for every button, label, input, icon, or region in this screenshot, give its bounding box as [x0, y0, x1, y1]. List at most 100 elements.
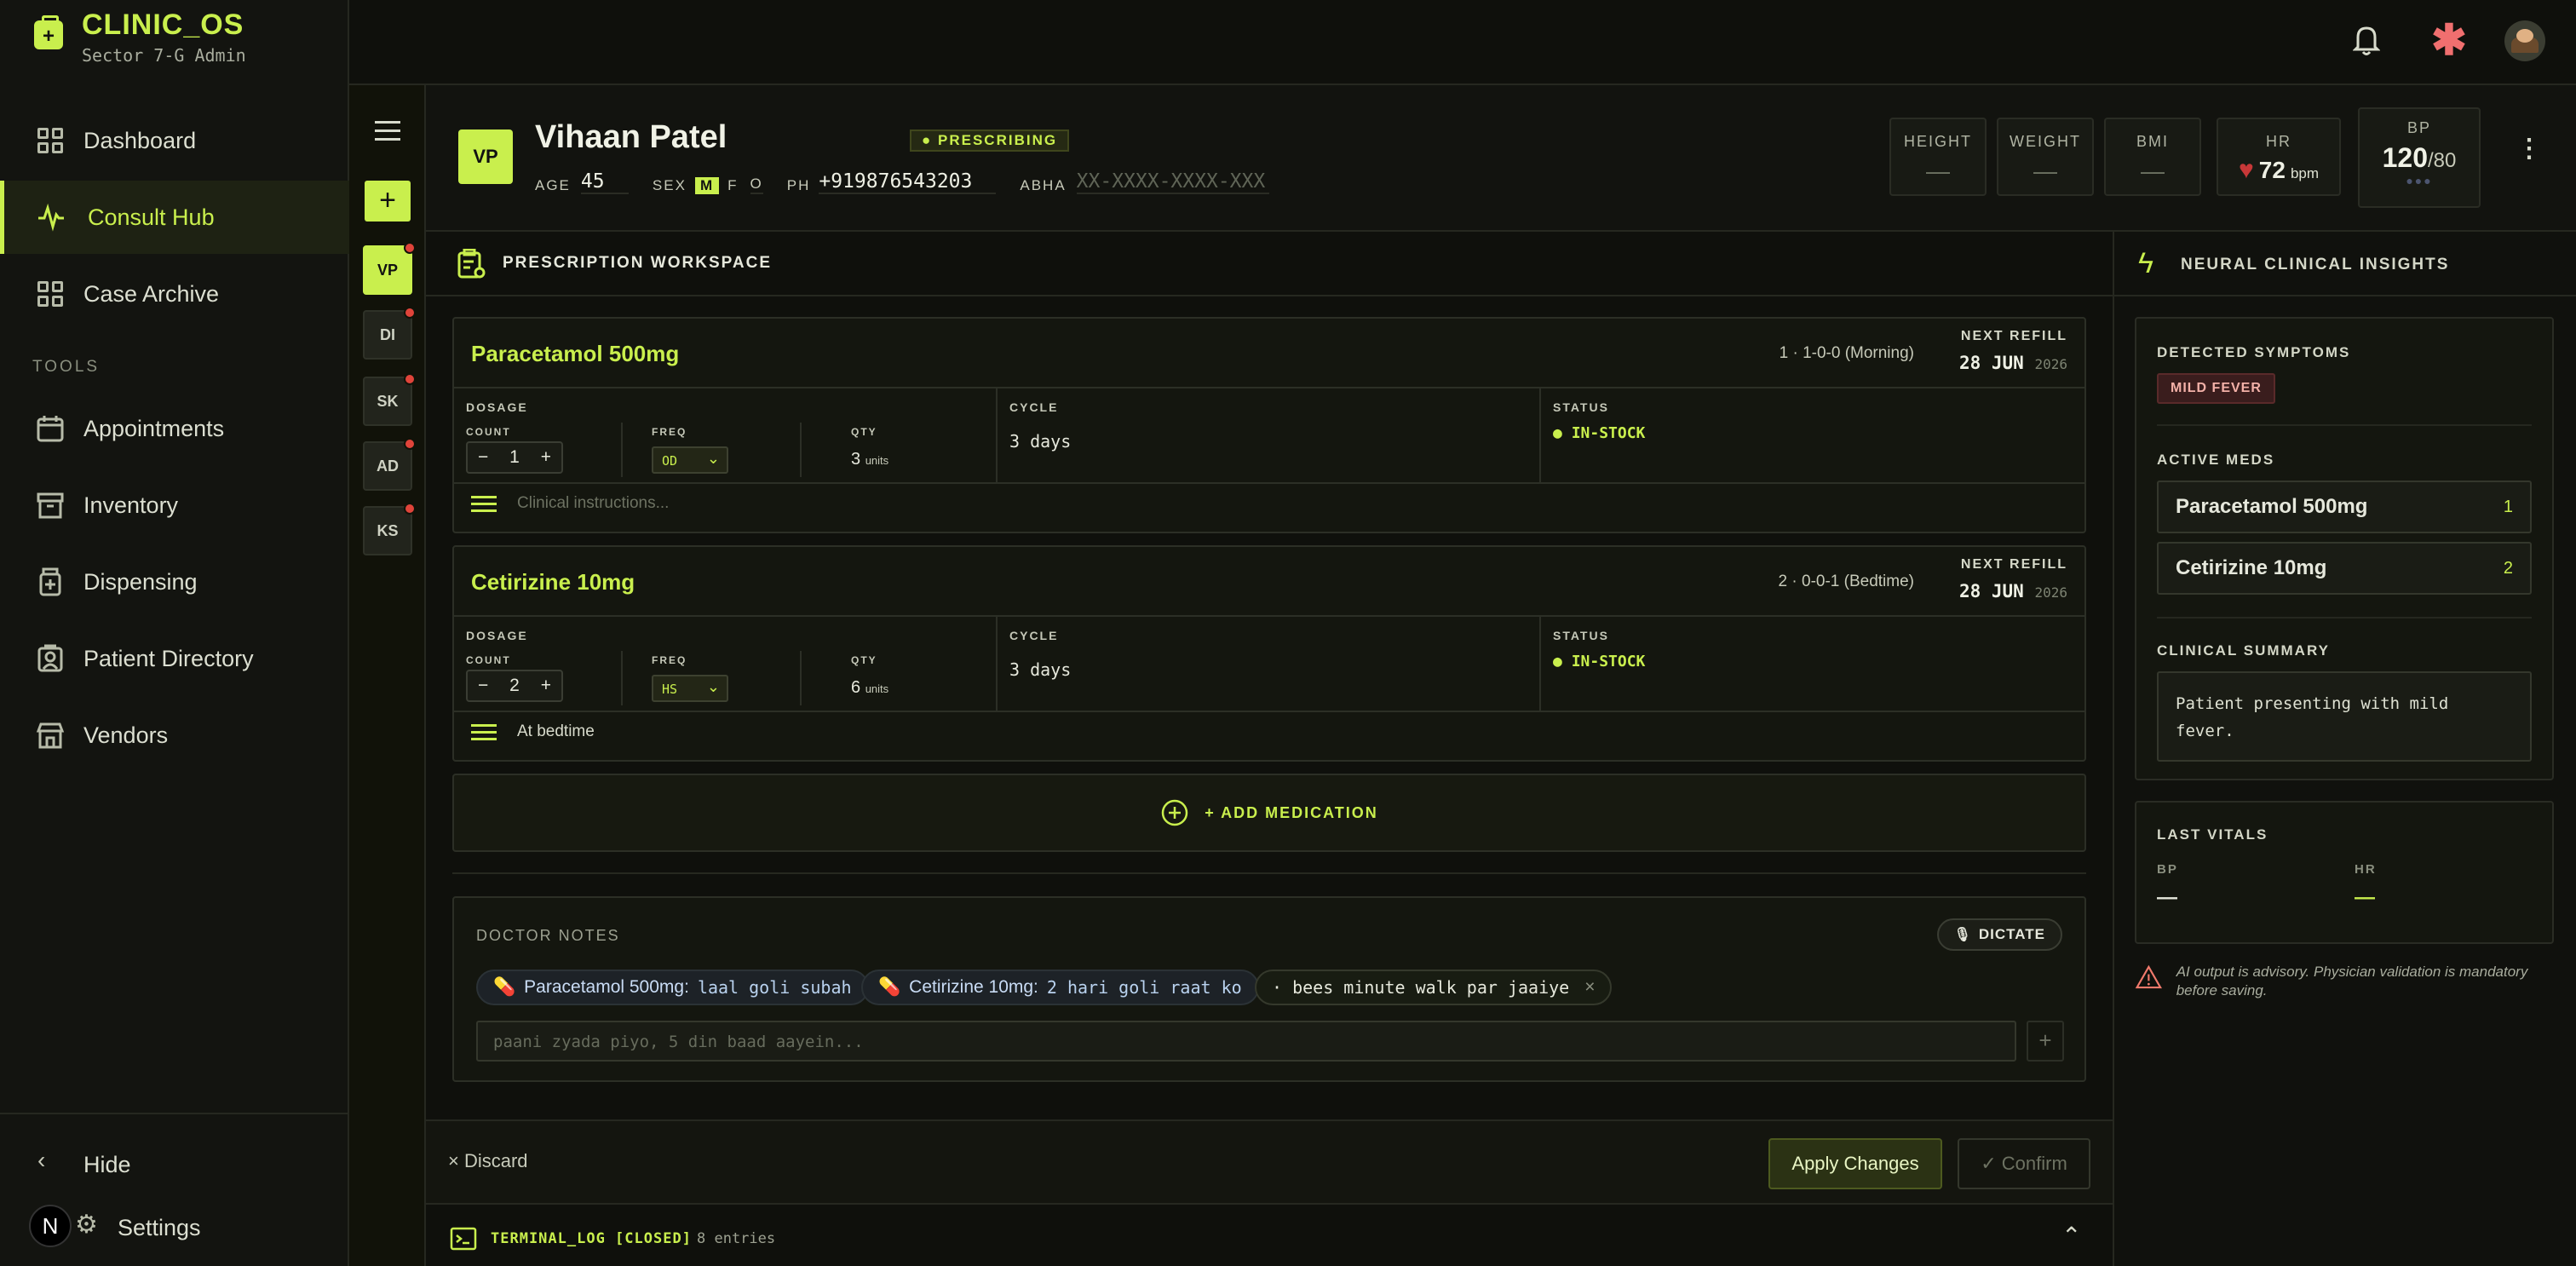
- sex-option-f[interactable]: F: [727, 177, 738, 194]
- decrement-button[interactable]: −: [478, 676, 488, 696]
- chip-med: Paracetamol 500mg:: [524, 977, 689, 997]
- rail-patient-ks[interactable]: KS: [363, 503, 416, 555]
- last-hr-value: —: [2355, 886, 2375, 909]
- refill-year: 2026: [2034, 356, 2067, 372]
- freq-select[interactable]: HS ⌄: [652, 675, 728, 702]
- hr-unit: bpm: [2290, 165, 2320, 181]
- clinical-instructions-input[interactable]: At bedtime: [471, 722, 595, 741]
- clinical-instructions-input[interactable]: Clinical instructions...: [471, 494, 669, 513]
- note-chip[interactable]: 💊 Cetirizine 10mg: 2 hari goli raat ko: [861, 970, 1259, 1005]
- rail-patient-di[interactable]: DI: [363, 307, 416, 360]
- patient-header: VP Vihaan Patel ● PRESCRIBING AGE 45 SEX…: [426, 85, 2576, 232]
- sex-label: SEX: [652, 177, 687, 193]
- refill-label: NEXT REFILL: [1960, 557, 2067, 572]
- med-details-row: DOSAGE COUNT − 2 + FREQ HS ⌄ QTY 6 units CY…: [454, 615, 2084, 712]
- nav-label: Inventory: [83, 492, 179, 518]
- rail-patient-sk[interactable]: SK: [363, 373, 416, 426]
- workspace-title: PRESCRIPTION WORKSPACE: [503, 254, 773, 272]
- age-field[interactable]: 45: [580, 170, 629, 194]
- active-med-item[interactable]: Cetirizine 10mg 2: [2157, 542, 2532, 595]
- dictate-button[interactable]: 🎙 DICTATE: [1936, 918, 2062, 951]
- nav-label: Case Archive: [83, 280, 220, 307]
- med-schedule: 0-0-1 (Bedtime): [1802, 573, 1914, 590]
- medication-card: Cetirizine 10mg 2 · 0-0-1 (Bedtime) NEXT…: [452, 545, 2086, 762]
- confirm-button[interactable]: ✓ Confirm: [1958, 1138, 2090, 1189]
- grid-icon: [36, 126, 65, 155]
- sex-option-o[interactable]: O: [750, 176, 763, 194]
- vital-label: BP: [2406, 119, 2431, 136]
- discard-button[interactable]: × Discard: [448, 1150, 528, 1172]
- vital-weight[interactable]: WEIGHT —: [1997, 118, 2094, 196]
- increment-button[interactable]: +: [541, 447, 551, 468]
- nav-case-archive[interactable]: Case Archive: [0, 257, 349, 331]
- sex-option-m[interactable]: M: [694, 177, 720, 194]
- cycle-value[interactable]: 3 days: [1009, 659, 1071, 680]
- active-med-item[interactable]: Paracetamol 500mg 1: [2157, 481, 2532, 533]
- note-input[interactable]: paani zyada piyo, 5 din baad aayein...: [476, 1021, 2016, 1062]
- count-stepper[interactable]: − 1 +: [466, 441, 563, 474]
- chevron-up-icon[interactable]: ⌃: [2061, 1222, 2081, 1250]
- medication-card: Paracetamol 500mg 1 · 1-0-0 (Morning) NE…: [452, 317, 2086, 533]
- count-label: COUNT: [466, 654, 511, 666]
- status-badge: ● PRESCRIBING: [910, 129, 1070, 152]
- cycle-value[interactable]: 3 days: [1009, 431, 1071, 452]
- hide-sidebar-button[interactable]: Hide: [83, 1152, 131, 1178]
- symptoms-label: DETECTED SYMPTOMS: [2157, 344, 2351, 360]
- nav-inventory[interactable]: Inventory: [0, 469, 349, 542]
- count-stepper[interactable]: − 2 +: [466, 670, 563, 702]
- stock-status: IN-STOCK: [1571, 653, 1646, 670]
- note-chip[interactable]: · bees minute walk par jaaiye ×: [1255, 970, 1613, 1005]
- menu-icon[interactable]: [375, 121, 400, 141]
- action-bar: × Discard Apply Changes ✓ Confirm: [426, 1119, 2113, 1205]
- chip-text: 2 hari goli raat ko: [1046, 977, 1242, 998]
- add-medication-button[interactable]: + ADD MEDICATION: [452, 774, 2086, 852]
- nav-dashboard[interactable]: Dashboard: [0, 104, 349, 177]
- hr-value: 72: [2258, 157, 2286, 183]
- vital-value: —: [1926, 158, 1950, 184]
- calendar-icon: [36, 414, 65, 443]
- rail-patient-ad[interactable]: AD: [363, 438, 416, 491]
- qty-label: QTY: [851, 426, 877, 438]
- vital-label: HEIGHT: [1903, 133, 1972, 150]
- avatar[interactable]: N: [29, 1205, 72, 1247]
- asterisk-icon[interactable]: ✱: [2431, 15, 2467, 65]
- close-icon[interactable]: ×: [1584, 977, 1595, 998]
- lines-icon: [471, 495, 497, 512]
- tools-heading: TOOLS: [32, 358, 101, 376]
- vital-height[interactable]: HEIGHT —: [1889, 118, 1987, 196]
- cycle-label: CYCLE: [1009, 629, 1059, 642]
- rail-initials: KS: [377, 521, 399, 539]
- nav-label: Appointments: [83, 415, 225, 441]
- chevron-left-icon: ‹: [37, 1147, 46, 1173]
- user-avatar[interactable]: [2504, 20, 2545, 61]
- nav-appointments[interactable]: Appointments: [0, 392, 349, 465]
- nav-vendors[interactable]: Vendors: [0, 699, 349, 772]
- add-note-button[interactable]: +: [2027, 1021, 2064, 1062]
- abha-label: ABHA: [1020, 177, 1067, 193]
- medicine-icon: [36, 567, 65, 596]
- apply-changes-button[interactable]: Apply Changes: [1768, 1138, 1942, 1189]
- abha-field[interactable]: XX-XXXX-XXXX-XXX: [1076, 170, 1269, 194]
- lines-icon: [471, 723, 497, 740]
- bell-icon[interactable]: [2352, 24, 2381, 60]
- rail-patient-vp[interactable]: VP: [363, 242, 416, 295]
- nav-dispensing[interactable]: Dispensing: [0, 545, 349, 619]
- vital-bmi[interactable]: BMI —: [2104, 118, 2201, 196]
- qty-label: QTY: [851, 654, 877, 666]
- freq-select[interactable]: OD ⌄: [652, 446, 728, 474]
- increment-button[interactable]: +: [541, 676, 551, 696]
- vital-hr[interactable]: HR ♥ 72 bpm: [2217, 118, 2341, 196]
- decrement-button[interactable]: −: [478, 447, 488, 468]
- nav-consult-hub[interactable]: Consult Hub: [0, 181, 349, 254]
- nav-patient-directory[interactable]: Patient Directory: [0, 622, 349, 695]
- more-vertical-icon[interactable]: ⋮: [2516, 136, 2542, 162]
- settings-link[interactable]: Settings: [118, 1215, 201, 1241]
- add-patient-button[interactable]: +: [365, 181, 411, 222]
- summary-text: Patient presenting with mild fever.: [2157, 671, 2532, 762]
- terminal-log-bar[interactable]: TERMINAL_LOG [CLOSED] 8 entries ⌃: [426, 1206, 2113, 1266]
- vital-label: HR: [2266, 133, 2291, 150]
- status-label: STATUS: [1553, 629, 1609, 642]
- vital-bp[interactable]: BP 120/80 ●●●: [2358, 107, 2481, 208]
- phone-field[interactable]: +919876543203: [819, 170, 997, 194]
- note-chip[interactable]: 💊 Paracetamol 500mg: laal goli subah: [476, 970, 869, 1005]
